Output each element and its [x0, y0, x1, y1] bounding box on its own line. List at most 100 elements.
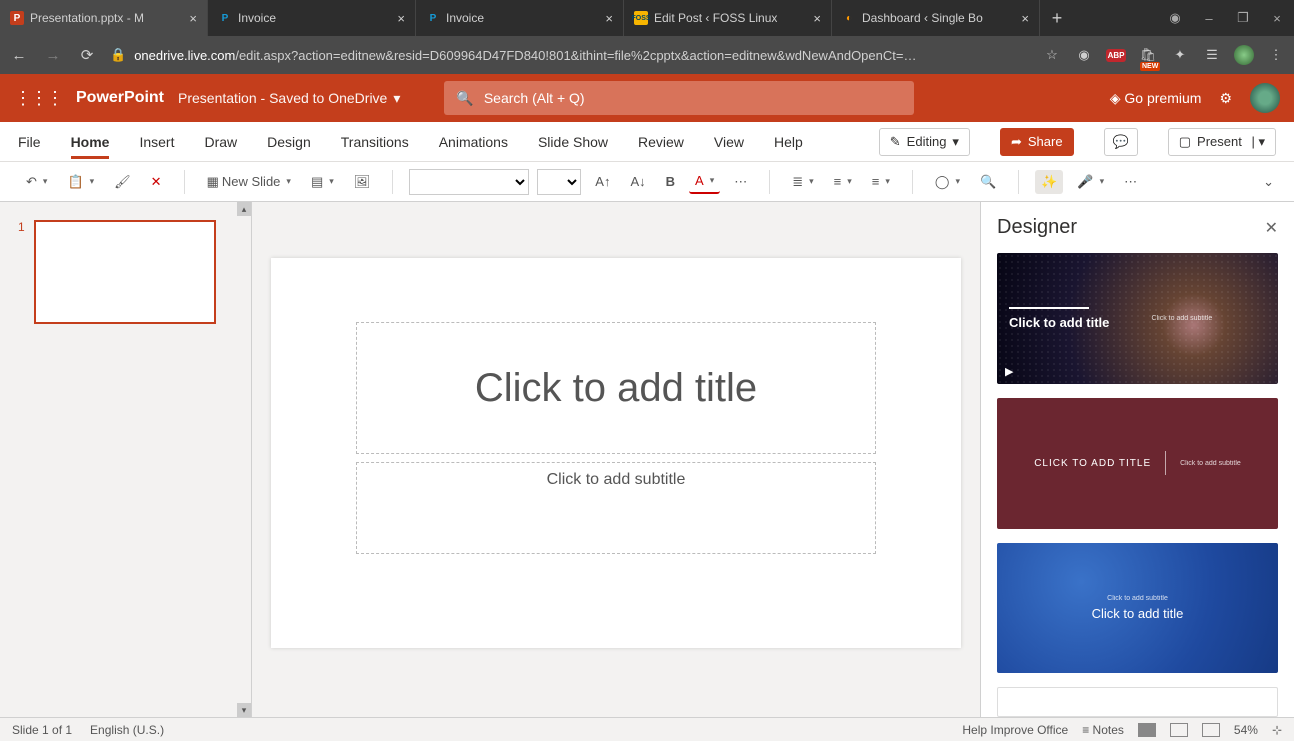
notes-button[interactable]: ≡ Notes — [1082, 723, 1124, 737]
tab-fosslinux[interactable]: FOSS Edit Post ‹ FOSS Linux × — [624, 0, 832, 36]
font-name-select[interactable] — [409, 169, 529, 195]
account-icon[interactable]: ◉ — [1158, 0, 1192, 36]
tab-review[interactable]: Review — [638, 125, 684, 159]
tab-dashboard[interactable]: ◐ Dashboard ‹ Single Bo × — [832, 0, 1040, 36]
sorter-view-button[interactable] — [1170, 723, 1188, 737]
close-window-button[interactable]: × — [1260, 0, 1294, 36]
scroll-down-button[interactable]: ▾ — [237, 703, 251, 717]
status-language[interactable]: English (U.S.) — [90, 723, 164, 737]
format-painter-button[interactable]: 🖌 — [108, 170, 137, 194]
close-icon[interactable]: × — [1021, 11, 1029, 26]
address-bar[interactable]: 🔒 onedrive.live.com/edit.aspx?action=edi… — [110, 47, 1030, 63]
back-button[interactable]: ← — [8, 47, 30, 64]
go-premium-button[interactable]: ◈ Go premium — [1110, 90, 1202, 107]
design-idea-3[interactable]: Click to add subtitle Click to add title — [997, 543, 1278, 674]
tab-insert[interactable]: Insert — [139, 125, 174, 159]
font-size-select[interactable] — [537, 169, 581, 195]
close-icon[interactable]: × — [813, 11, 821, 26]
close-icon[interactable]: × — [189, 11, 197, 26]
zoom-level[interactable]: 54% — [1234, 723, 1258, 737]
tab-design[interactable]: Design — [267, 125, 311, 159]
settings-icon[interactable]: ⚙ — [1219, 90, 1232, 107]
tab-help[interactable]: Help — [774, 125, 803, 159]
extensions-icon[interactable]: ✦ — [1170, 45, 1190, 65]
dashboard-icon: ◐ — [842, 11, 856, 25]
tab-view[interactable]: View — [714, 125, 744, 159]
menu-icon[interactable]: ⋮ — [1266, 45, 1286, 65]
forward-button: → — [42, 47, 64, 64]
tab-presentation[interactable]: P Presentation.pptx - M × — [0, 0, 208, 36]
design-idea-1[interactable]: Click to add title Click to add subtitle… — [997, 253, 1278, 384]
align-button[interactable]: ≡ — [866, 170, 896, 193]
fit-to-window-button[interactable]: ⊹ — [1272, 723, 1282, 737]
thumbnail-slide-1[interactable] — [34, 220, 216, 324]
find-button[interactable]: 🔍 — [974, 170, 1002, 194]
decrease-font-button[interactable]: A↓ — [624, 170, 651, 193]
tab-home[interactable]: Home — [71, 125, 110, 159]
undo-button[interactable]: ↶ — [20, 170, 53, 194]
user-avatar[interactable] — [1250, 83, 1280, 113]
tab-slideshow[interactable]: Slide Show — [538, 125, 608, 159]
designer-pane: Designer ✕ Click to add title Click to a… — [980, 202, 1294, 717]
reload-button[interactable]: ⟳ — [76, 46, 98, 64]
delete-button[interactable]: ✕ — [145, 170, 168, 194]
search-box[interactable]: 🔍 Search (Alt + Q) — [444, 81, 914, 115]
share-button[interactable]: ➦ Share — [1000, 128, 1074, 156]
extension-shopping-icon[interactable]: 🛍NEW — [1138, 45, 1158, 65]
collapse-ribbon-button[interactable]: ⌄ — [1257, 170, 1280, 194]
more-font-button[interactable]: ⋯ — [728, 170, 753, 194]
slide-canvas: Click to add title Click to add subtitle — [252, 202, 980, 717]
slide[interactable]: Click to add title Click to add subtitle — [271, 258, 961, 648]
close-pane-icon[interactable]: ✕ — [1265, 218, 1278, 238]
comments-button[interactable]: 💬 — [1104, 128, 1138, 156]
design-idea-4[interactable] — [997, 687, 1278, 717]
tab-invoice-2[interactable]: P Invoice × — [416, 0, 624, 36]
new-slide-button[interactable]: ▦ New Slide — [201, 170, 297, 194]
profile-avatar[interactable] — [1234, 45, 1254, 65]
ribbon-tabs: File Home Insert Draw Design Transitions… — [0, 122, 1294, 162]
reading-view-button[interactable] — [1202, 723, 1220, 737]
shapes-button[interactable]: ◯ — [929, 170, 966, 194]
readlist-icon[interactable]: ☰ — [1202, 45, 1222, 65]
help-improve-link[interactable]: Help Improve Office — [962, 723, 1068, 737]
bullets-button[interactable]: ≣ — [786, 170, 819, 194]
bookmark-icon[interactable]: ☆ — [1042, 45, 1062, 65]
increase-font-button[interactable]: A↑ — [589, 170, 616, 193]
minimize-button[interactable]: – — [1192, 0, 1226, 36]
browser-tabstrip: P Presentation.pptx - M × P Invoice × P … — [0, 0, 1294, 36]
design-idea-2[interactable]: CLICK TO ADD TITLE Click to add subtitle — [997, 398, 1278, 529]
picture-button[interactable]: 🖼 — [348, 170, 377, 194]
present-button[interactable]: ▢ Present | ▾ — [1168, 128, 1276, 156]
app-launcher-icon[interactable]: ⋮⋮⋮ — [14, 88, 62, 109]
tab-file[interactable]: File — [18, 125, 41, 159]
bold-button[interactable]: B — [660, 170, 681, 193]
maximize-button[interactable]: ❐ — [1226, 0, 1260, 36]
tab-draw[interactable]: Draw — [204, 125, 237, 159]
work-area: ▴ 1 ▾ Click to add title Click to add su… — [0, 202, 1294, 717]
status-bar: Slide 1 of 1 English (U.S.) Help Improve… — [0, 717, 1294, 741]
close-icon[interactable]: × — [397, 11, 405, 26]
layout-button[interactable]: ▤ — [305, 170, 340, 194]
normal-view-button[interactable] — [1138, 723, 1156, 737]
tab-animations[interactable]: Animations — [439, 125, 508, 159]
font-color-button[interactable]: A — [689, 169, 720, 194]
abp-icon[interactable]: ABP — [1106, 45, 1126, 65]
tab-transitions[interactable]: Transitions — [341, 125, 409, 159]
extension-icon[interactable]: ◉ — [1074, 45, 1094, 65]
title-placeholder[interactable]: Click to add title — [356, 322, 876, 454]
close-icon[interactable]: × — [605, 11, 613, 26]
editing-mode-button[interactable]: ✎ Editing ▾ — [879, 128, 970, 156]
tab-invoice-1[interactable]: P Invoice × — [208, 0, 416, 36]
search-placeholder: Search (Alt + Q) — [484, 90, 585, 106]
dictate-button[interactable]: 🎤 — [1071, 170, 1110, 194]
scroll-up-button[interactable]: ▴ — [237, 202, 251, 216]
tab-label: Invoice — [446, 11, 484, 25]
designer-button[interactable]: ✨ — [1035, 170, 1063, 194]
window-controls: ◉ – ❐ × — [1158, 0, 1294, 36]
subtitle-placeholder[interactable]: Click to add subtitle — [356, 462, 876, 554]
document-name[interactable]: Presentation - Saved to OneDrive▾ — [178, 90, 400, 107]
paste-button[interactable]: 📋 — [61, 170, 100, 194]
new-tab-button[interactable]: + — [1040, 0, 1074, 36]
numbering-button[interactable]: ≡ — [828, 170, 858, 193]
more-commands-button[interactable]: ⋯ — [1118, 170, 1143, 194]
